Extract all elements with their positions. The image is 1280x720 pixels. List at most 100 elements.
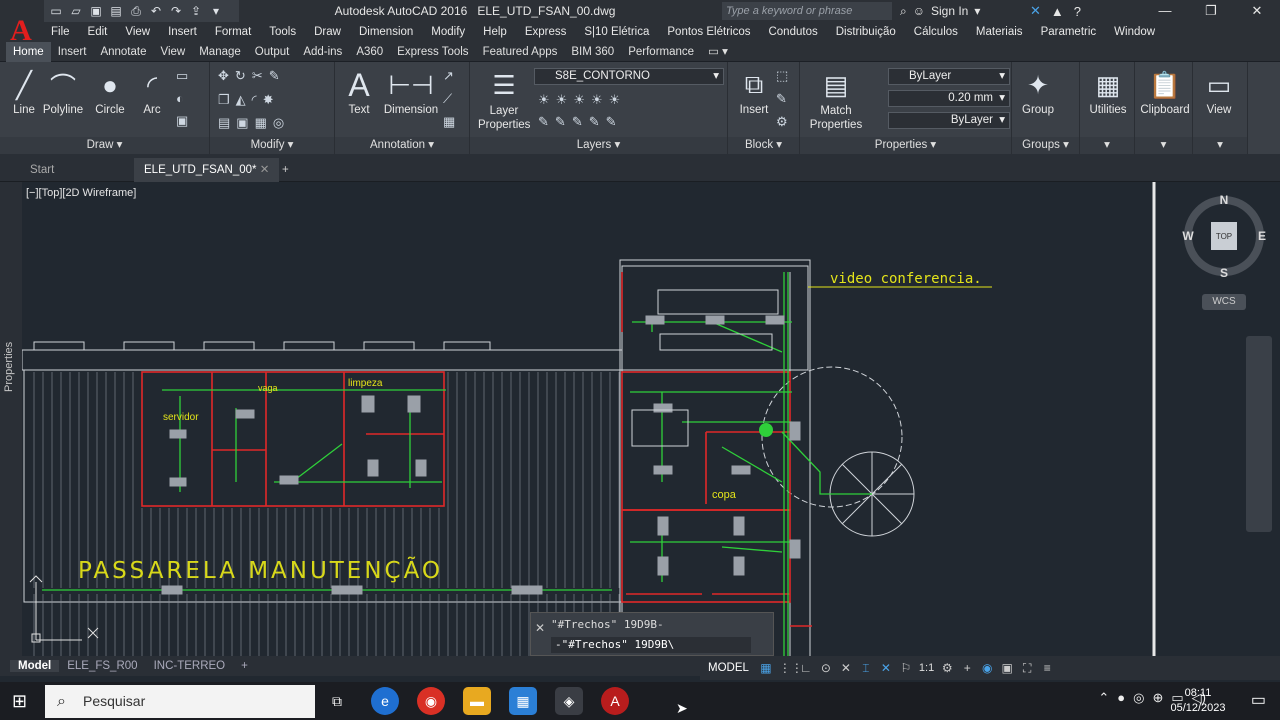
new-tab-icon[interactable]: + [272, 158, 299, 182]
annotation-panel-title[interactable]: Annotation ▾ [335, 137, 469, 154]
autocad-taskbar-icon[interactable]: A [601, 687, 629, 715]
edge-icon[interactable]: e [371, 687, 399, 715]
hatch-icon[interactable]: ◐ [176, 91, 188, 106]
close-icon[interactable]: ✕ [1234, 0, 1280, 22]
ortho-icon[interactable]: ∟ [799, 661, 813, 675]
task-view-icon[interactable]: ⧉ [323, 687, 351, 715]
sign-in-button[interactable]: Sign In [931, 4, 968, 18]
tab-express-tools[interactable]: Express Tools [390, 42, 475, 62]
scale-icon[interactable]: ▣ [236, 115, 248, 131]
dimension-button[interactable]: ⊢⊣ Dimension [381, 66, 441, 117]
chevron-up-icon[interactable]: ⌃ [1098, 690, 1109, 706]
tab-layout[interactable]: INC-TERREO [146, 660, 234, 672]
layer-tool-icon[interactable]: ✎ [606, 114, 617, 130]
color-dropdown[interactable]: ByLayer ▾ [888, 68, 1010, 85]
offset-icon[interactable]: ◎ [273, 115, 284, 131]
menu-item[interactable]: Insert [159, 26, 206, 38]
menu-item[interactable]: Cálculos [905, 26, 967, 38]
copy-icon[interactable]: ❐ [218, 92, 230, 108]
gear-icon[interactable]: ⚙ [940, 661, 954, 675]
draw-panel-title[interactable]: Draw ▾ [0, 137, 209, 154]
menu-item[interactable]: Dimension [350, 26, 422, 38]
layer-tool-icon[interactable]: ✎ [538, 114, 549, 130]
lineweight-dropdown[interactable]: 0.20 mm ▾ [888, 90, 1010, 107]
globe-icon[interactable]: ⊕ [1152, 690, 1163, 706]
redo-icon[interactable]: ↷ [168, 4, 184, 18]
rectangle-icon[interactable]: ▭ [176, 68, 188, 84]
user-icon[interactable]: ☺ [913, 4, 925, 18]
menu-item[interactable]: S|10 Elétrica [575, 26, 658, 38]
layer-tool-icon[interactable]: ✎ [555, 114, 566, 130]
move-icon[interactable]: ✥ [218, 68, 229, 84]
clipboard-panel[interactable]: 📋 Clipboard ▾ [1135, 62, 1193, 154]
customize-icon[interactable]: ≡ [1040, 661, 1054, 675]
match-properties-button[interactable]: ▤ Match Properties [808, 66, 864, 132]
add-layout-icon[interactable]: + [233, 660, 256, 672]
menu-item[interactable]: Edit [79, 26, 117, 38]
new-icon[interactable]: ▭ [48, 4, 64, 18]
tab-performance[interactable]: Performance [621, 42, 701, 62]
plot-icon[interactable]: ⎙ [128, 4, 144, 19]
edit-block-icon[interactable]: ✎ [776, 91, 788, 107]
polar-icon[interactable]: ⊙ [819, 661, 833, 675]
tab-manage[interactable]: Manage [192, 42, 248, 62]
menu-item[interactable]: Condutos [759, 26, 826, 38]
view-panel[interactable]: ▭ View ▾ [1193, 62, 1248, 154]
circle-button[interactable]: ● Circle [86, 66, 134, 117]
menu-item[interactable]: Tools [260, 26, 305, 38]
erase-icon[interactable]: ✎ [269, 68, 280, 84]
arc-button[interactable]: ◜ Arc [128, 66, 176, 117]
restore-icon[interactable]: ❐ [1188, 0, 1234, 22]
snap-icon[interactable]: ⋮⋮ [779, 661, 803, 675]
fullscreen-icon[interactable]: ⛶ [1020, 661, 1034, 676]
layer-properties-button[interactable]: ☰ Layer Properties [478, 66, 530, 132]
tab-featured-apps[interactable]: Featured Apps [476, 42, 565, 62]
text-button[interactable]: A Text [335, 66, 383, 117]
array-icon[interactable]: ▦ [255, 115, 267, 131]
tab-active-drawing[interactable]: ELE_UTD_FSAN_00* ✕ [134, 158, 280, 182]
tab-a360[interactable]: A360 [349, 42, 390, 62]
search-input[interactable]: Type a keyword or phrase [722, 2, 892, 20]
tab-addins[interactable]: Add-ins [296, 42, 349, 62]
menu-item[interactable]: View [116, 26, 159, 38]
linear-icon[interactable]: ⟋ [443, 91, 455, 107]
tab-bim360[interactable]: BIM 360 [564, 42, 621, 62]
menu-item[interactable]: Window [1105, 26, 1164, 38]
menu-item[interactable]: Help [474, 26, 516, 38]
file-explorer-icon[interactable]: ▬ [463, 687, 491, 715]
tab-view[interactable]: View [154, 42, 193, 62]
layer-tool-icon[interactable]: ☀ [609, 92, 621, 108]
tab-home[interactable]: Home [6, 41, 51, 62]
linetype-dropdown[interactable]: ByLayer ▾ [888, 112, 1010, 129]
utilities-panel[interactable]: ▦ Utilities ▾ [1080, 62, 1135, 154]
group-button[interactable]: ✦ Group [1014, 66, 1062, 117]
ribbon-options-icon[interactable]: ▭ ▾ [701, 42, 735, 62]
explode-icon[interactable]: ✸ [263, 92, 274, 108]
polyline-button[interactable]: ⌒ Polyline [38, 66, 88, 117]
block-panel-title[interactable]: Block ▾ [728, 137, 799, 154]
modify-panel-title[interactable]: Modify ▾ [210, 137, 334, 154]
leader-icon[interactable]: ↗ [443, 68, 455, 84]
camera-icon[interactable]: ◎ [1133, 690, 1144, 706]
layer-tool-icon[interactable]: ✎ [589, 114, 600, 130]
help-icon[interactable]: ? [1074, 4, 1081, 19]
undo-icon[interactable]: ↶ [148, 4, 164, 18]
tab-model[interactable]: Model [10, 660, 60, 672]
close-icon[interactable]: ✕ [535, 621, 545, 635]
tab-annotate[interactable]: Annotate [93, 42, 153, 62]
properties-panel-title[interactable]: Properties ▾ [800, 137, 1011, 154]
layer-tool-icon[interactable]: ☀ [538, 92, 550, 108]
osnap-icon[interactable]: ✕ [839, 661, 853, 675]
layer-tool-icon[interactable]: ✎ [572, 114, 583, 130]
drawing-canvas[interactable] [0, 182, 1280, 656]
hardware-accel-icon[interactable]: ◉ [980, 661, 994, 675]
menu-item[interactable]: Distribuição [827, 26, 905, 38]
command-input[interactable]: -"#Trechos" 19D9B\ [551, 637, 751, 653]
chrome-icon[interactable]: ◉ [417, 687, 445, 715]
menu-item[interactable]: Format [206, 26, 260, 38]
binoculars-icon[interactable]: ⌕ [900, 4, 907, 19]
layers-panel-title[interactable]: Layers ▾ [470, 137, 727, 154]
plus-icon[interactable]: + [960, 661, 974, 675]
tab-start[interactable]: Start [20, 158, 64, 182]
grid-icon[interactable]: ▦ [759, 661, 773, 675]
